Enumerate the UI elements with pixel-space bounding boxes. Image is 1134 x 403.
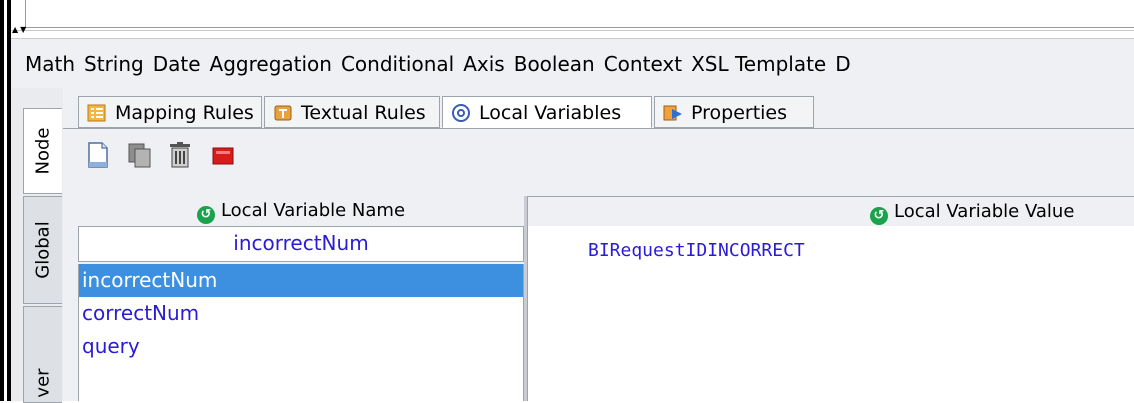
tab-textual-rules-label: Textual Rules xyxy=(301,102,426,124)
variable-value-header[interactable]: ↺ Local Variable Value xyxy=(527,196,1134,226)
list-item[interactable]: query xyxy=(79,330,523,363)
refresh-icon: ↺ xyxy=(870,207,888,225)
tab-local-variables-label: Local Variables xyxy=(479,102,622,124)
tab-textual-rules[interactable]: Textual Rules xyxy=(264,96,440,128)
properties-icon xyxy=(663,105,682,121)
list-item[interactable]: correctNum xyxy=(79,297,523,330)
menu-string[interactable]: String xyxy=(84,39,144,89)
side-tab-strip: Node Global ver xyxy=(11,88,63,403)
menu-date[interactable]: Date xyxy=(153,39,201,89)
top-panel-box xyxy=(25,0,1134,28)
at-sign-icon xyxy=(452,104,470,122)
copy-icon[interactable] xyxy=(126,140,154,170)
side-tab-global-label: Global xyxy=(32,221,54,279)
variable-name-header-label: Local Variable Name xyxy=(220,200,406,221)
tab-mapping-rules[interactable]: Mapping Rules xyxy=(78,96,262,128)
menu-math[interactable]: Math xyxy=(25,39,75,89)
variable-name-field[interactable]: incorrectNum xyxy=(78,226,524,262)
menu-xsl-template[interactable]: XSL Template xyxy=(691,39,826,89)
refresh-icon: ↺ xyxy=(196,206,215,224)
side-tab-node-label: Node xyxy=(32,127,54,175)
variable-value-header-label: Local Variable Value xyxy=(894,201,1075,222)
variable-name-header[interactable]: ↺ Local Variable Name xyxy=(78,196,524,226)
function-menubar: Math String Date Aggregation Conditional Axis… xyxy=(11,38,1134,89)
variable-value-pane: ↺ Local Variable Value BIRequestIDINCORRE… xyxy=(527,196,1134,401)
variable-value-text: BIRequestIDINCORRECT xyxy=(588,240,805,261)
collapse-arrows-icon[interactable]: ▲▼ xyxy=(12,26,28,34)
tab-properties-label: Properties xyxy=(691,102,788,124)
top-panel xyxy=(11,0,1134,31)
tab-mapping-rules-label: Mapping Rules xyxy=(115,102,254,124)
menu-boolean[interactable]: Boolean xyxy=(514,39,595,89)
stop-icon[interactable] xyxy=(208,140,236,170)
side-tab-global[interactable]: Global xyxy=(23,196,62,304)
textual-rules-icon xyxy=(274,105,292,121)
menu-context[interactable]: Context xyxy=(604,39,682,89)
delete-icon[interactable] xyxy=(166,140,194,170)
menu-d[interactable]: D xyxy=(835,39,850,89)
variable-value-editor[interactable]: BIRequestIDINCORRECT xyxy=(527,226,1134,401)
tab-local-variables[interactable]: Local Variables xyxy=(442,96,652,128)
menu-axis[interactable]: Axis xyxy=(463,39,505,89)
tab-properties[interactable]: Properties xyxy=(654,96,814,128)
side-tab-node[interactable]: Node xyxy=(23,108,62,194)
mapping-rules-icon xyxy=(87,104,106,122)
side-tab-other[interactable]: ver xyxy=(23,306,62,403)
new-document-icon[interactable] xyxy=(84,140,112,170)
variable-name-pane: ↺ Local Variable Name incorrectNum incorr… xyxy=(78,196,524,401)
side-tab-other-label: ver xyxy=(32,368,54,398)
menu-conditional[interactable]: Conditional xyxy=(341,39,454,89)
menu-aggregation[interactable]: Aggregation xyxy=(210,39,332,89)
window-border xyxy=(0,0,4,401)
list-item[interactable]: incorrectNum xyxy=(79,264,523,297)
variable-list: incorrectNum correctNum query xyxy=(78,264,524,401)
